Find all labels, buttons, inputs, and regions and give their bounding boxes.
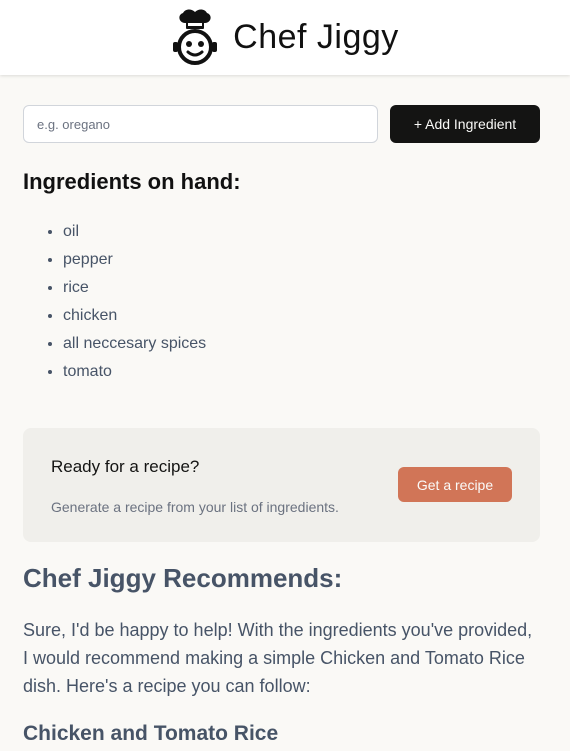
add-ingredient-button[interactable]: + Add Ingredient <box>390 105 540 143</box>
recommendation-section: Chef Jiggy Recommends: Sure, I'd be happ… <box>23 560 540 748</box>
recipe-title: Chicken and Tomato Rice <box>23 722 279 745</box>
ingredient-item: pepper <box>63 246 540 274</box>
ingredient-input[interactable] <box>23 105 378 143</box>
recommendation-heading: Chef Jiggy Recommends: <box>23 563 343 593</box>
ingredient-item: rice <box>63 274 540 302</box>
recommendation-intro: Sure, I'd be happy to help! With the ing… <box>23 620 533 696</box>
ingredient-item: tomato <box>63 358 540 386</box>
ingredient-item: all neccesary spices <box>63 330 540 358</box>
main-content: + Add Ingredient Ingredients on hand: oi… <box>23 105 540 386</box>
add-ingredient-form: + Add Ingredient <box>23 105 540 143</box>
cta-title: Ready for a recipe? <box>51 457 200 476</box>
app-title: Chef Jiggy <box>233 18 399 56</box>
get-recipe-button[interactable]: Get a recipe <box>398 467 512 502</box>
chef-hat-face-icon <box>173 8 218 65</box>
ingredients-heading: Ingredients on hand: <box>23 169 241 194</box>
recipe-cta-panel: Ready for a recipe? Generate a recipe fr… <box>23 428 540 542</box>
cta-description: Generate a recipe from your list of ingr… <box>51 499 339 515</box>
ingredients-list: oil pepper rice chicken all neccesary sp… <box>23 218 540 386</box>
brand: Chef Jiggy <box>171 8 399 67</box>
app-header: Chef Jiggy <box>0 0 570 75</box>
ingredient-item: oil <box>63 218 540 246</box>
ingredient-item: chicken <box>63 302 540 330</box>
